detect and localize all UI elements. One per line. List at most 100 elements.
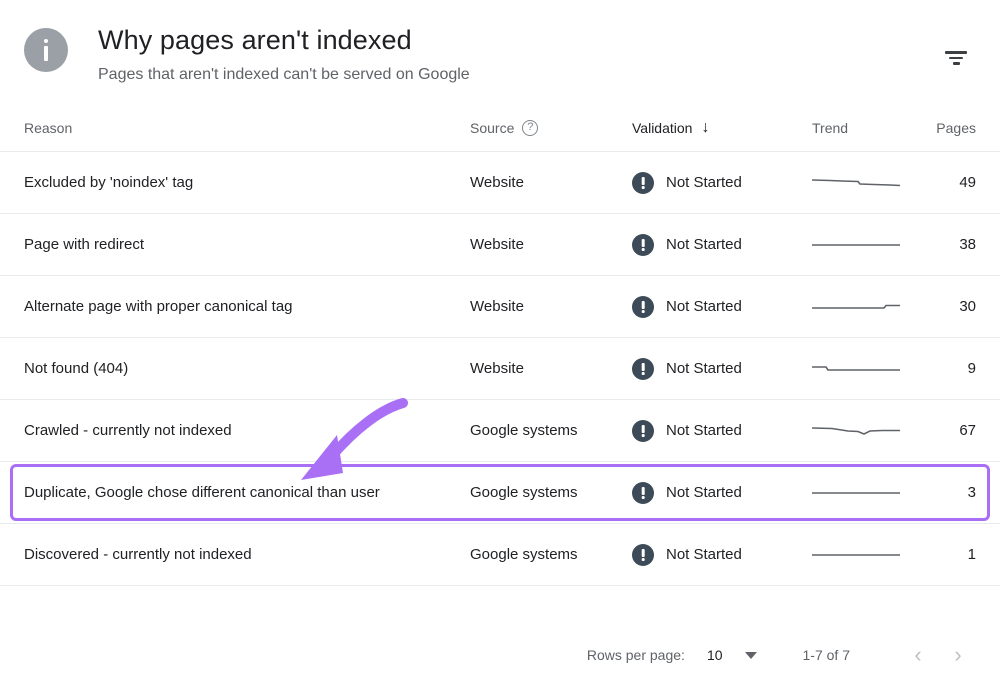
validation-status-text: Not Started — [666, 422, 742, 439]
table-row[interactable]: Alternate page with proper canonical tag… — [0, 276, 1000, 338]
exclamation-icon-stem — [641, 176, 645, 185]
cell-source: Website — [470, 236, 524, 253]
rows-per-page-value: 10 — [706, 647, 723, 663]
exclamation-icon-dot — [641, 558, 645, 561]
exclamation-icon-dot — [641, 310, 645, 313]
cell-reason: Crawled - currently not indexed — [24, 422, 232, 439]
trend-sparkline — [812, 426, 900, 435]
exclamation-icon-stem — [641, 424, 645, 433]
table-row[interactable]: Crawled - currently not indexed Google sy… — [0, 400, 1000, 462]
column-header-reason-label: Reason — [24, 120, 73, 136]
cell-reason: Duplicate, Google chose different canoni… — [24, 484, 380, 501]
trend-sparkline — [812, 178, 900, 186]
help-circle-icon[interactable]: ? — [522, 120, 539, 136]
exclamation-icon-stem — [641, 238, 645, 247]
cell-validation: Not Started — [632, 171, 812, 194]
exclamation-circle-icon — [632, 419, 654, 442]
exclamation-icon-dot — [641, 434, 645, 437]
cell-validation: Not Started — [632, 233, 812, 256]
cell-trend — [812, 420, 906, 442]
table-row[interactable]: Page with redirect Website Not Started 38 — [0, 214, 1000, 276]
cell-validation: Not Started — [632, 357, 812, 380]
cell-pages: 49 — [959, 174, 976, 191]
cell-pages: 9 — [967, 360, 976, 377]
validation-status-text: Not Started — [666, 484, 742, 501]
table-footer: Rows per page: 10 1-7 of 7 ‹ › — [0, 619, 1000, 691]
cell-trend — [812, 172, 906, 194]
cell-trend — [812, 296, 906, 318]
cell-validation: Not Started — [632, 543, 812, 566]
exclamation-icon-dot — [641, 496, 645, 499]
cell-trend — [812, 234, 906, 256]
trend-sparkline — [812, 243, 900, 246]
table-row[interactable]: Not found (404) Website Not Started 9 — [0, 338, 1000, 400]
cell-source: Website — [470, 298, 524, 315]
validation-status-text: Not Started — [666, 174, 742, 191]
column-header-pages-label: Pages — [936, 120, 976, 136]
filter-icon-bar-bottom — [952, 62, 960, 65]
trend-sparkline — [812, 491, 900, 494]
filter-icon[interactable] — [936, 38, 976, 78]
cell-reason: Excluded by 'noindex' tag — [24, 174, 194, 191]
exclamation-circle-icon — [632, 295, 654, 318]
pagination-range-label: 1-7 of 7 — [802, 647, 850, 663]
cell-pages: 38 — [959, 236, 976, 253]
column-header-reason[interactable]: Reason — [24, 120, 470, 136]
cell-reason: Page with redirect — [24, 236, 145, 253]
cell-source: Google systems — [470, 484, 578, 501]
exclamation-circle-icon — [632, 543, 654, 566]
cell-source: Google systems — [470, 546, 578, 563]
exclamation-icon-stem — [641, 486, 645, 495]
trend-sparkline — [812, 553, 900, 556]
cell-trend — [812, 544, 906, 566]
exclamation-icon-stem — [641, 362, 645, 371]
page-title: Why pages aren't indexed — [98, 25, 412, 55]
next-page-button[interactable]: › — [938, 635, 978, 675]
cell-validation: Not Started — [632, 295, 812, 318]
column-header-validation[interactable]: Validation ↓ — [632, 120, 812, 137]
cell-source: Google systems — [470, 422, 578, 439]
column-header-source-label: Source — [470, 120, 515, 136]
validation-status-text: Not Started — [666, 546, 742, 563]
table-row[interactable]: Duplicate, Google chose different canoni… — [0, 462, 1000, 524]
cell-pages: 67 — [959, 422, 976, 439]
exclamation-icon-dot — [641, 248, 645, 251]
header-text-group: Why pages aren't indexed Pages that aren… — [98, 22, 470, 87]
cell-reason: Not found (404) — [24, 360, 129, 377]
info-icon-dot — [44, 39, 48, 43]
trend-sparkline — [812, 304, 900, 309]
rows-per-page-select[interactable]: 10 — [707, 647, 757, 663]
table-row[interactable]: Discovered - currently not indexed Google… — [0, 524, 1000, 586]
card-header: Why pages aren't indexed Pages that aren… — [0, 0, 1000, 105]
indexing-reasons-table: Reason Source ? Validation ↓ Trend Pages… — [0, 105, 1000, 586]
sort-descending-arrow-icon[interactable]: ↓ — [701, 120, 709, 136]
column-header-trend[interactable]: Trend — [812, 120, 906, 136]
info-icon-stem — [44, 46, 48, 61]
table-row[interactable]: Excluded by 'noindex' tag Website Not Star… — [0, 152, 1000, 214]
filter-icon-bar-middle — [949, 56, 963, 60]
cell-pages: 3 — [967, 484, 976, 501]
page-subtitle: Pages that aren't indexed can't be serve… — [98, 66, 470, 83]
cell-trend — [812, 358, 906, 380]
cell-validation: Not Started — [632, 419, 812, 442]
cell-reason: Alternate page with proper canonical tag — [24, 298, 293, 315]
exclamation-icon-dot — [641, 372, 645, 375]
cell-validation: Not Started — [632, 481, 812, 504]
cell-pages: 1 — [967, 546, 976, 563]
cell-pages: 30 — [959, 298, 976, 315]
validation-status-text: Not Started — [666, 360, 742, 377]
column-header-trend-label: Trend — [812, 120, 849, 136]
cell-reason: Discovered - currently not indexed — [24, 546, 252, 563]
exclamation-icon-stem — [641, 548, 645, 557]
cell-source: Website — [470, 174, 524, 191]
column-header-pages[interactable]: Pages — [906, 120, 976, 136]
exclamation-icon-stem — [641, 300, 645, 309]
rows-per-page-label: Rows per page: — [586, 647, 685, 663]
info-icon — [24, 28, 68, 72]
exclamation-circle-icon — [632, 233, 654, 256]
column-header-source[interactable]: Source ? — [470, 120, 632, 136]
exclamation-circle-icon — [632, 481, 654, 504]
exclamation-circle-icon — [632, 357, 654, 380]
previous-page-button[interactable]: ‹ — [898, 635, 938, 675]
trend-sparkline — [812, 365, 900, 371]
